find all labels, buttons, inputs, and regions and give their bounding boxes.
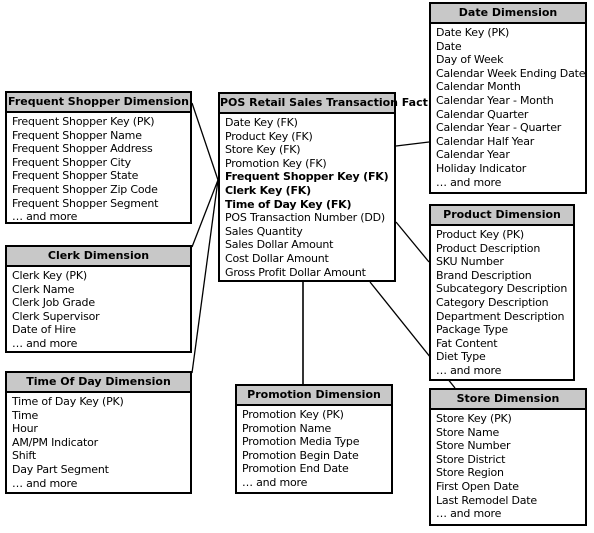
attribute-row: Clerk Name [12, 282, 75, 296]
attribute-row: Store Key (FK) [225, 143, 301, 157]
dimension-promotion: Promotion Dimension Promotion Key (PK) Pro… [235, 384, 393, 494]
table-title: Promotion Dimension [237, 386, 391, 406]
attribute-list: Date Key (PK) Date Day of Week Calendar Wee… [431, 24, 585, 189]
attribute-row: Promotion Media Type [242, 435, 360, 449]
attribute-list: Frequent Shopper Key (PK) Frequent Shoppe… [7, 113, 190, 224]
attribute-row: Calendar Week Ending Date [436, 66, 586, 80]
attribute-row: Time of Day Key (FK) [225, 197, 352, 211]
attribute-row: Clerk Supervisor [12, 309, 100, 323]
attribute-row: Store District [436, 452, 506, 466]
attribute-row: … and more [12, 336, 78, 350]
attribute-row: AM/PM Indicator [12, 435, 98, 449]
attribute-row: Last Remodel Date [436, 493, 537, 507]
attribute-row: Gross Profit Dollar Amount [225, 265, 366, 279]
attribute-row: Calendar Year - Month [436, 93, 554, 107]
attribute-row: … and more [12, 210, 78, 224]
attribute-row: Time of Day Key (PK) [12, 395, 124, 408]
attribute-row: Product Key (FK) [225, 129, 313, 143]
attribute-row: Frequent Shopper Key (PK) [12, 115, 155, 128]
table-title: Store Dimension [431, 390, 585, 410]
attribute-list: Clerk Key (PK) Clerk Name Clerk Job Grade C… [7, 267, 190, 351]
attribute-row: Promotion Name [242, 421, 332, 435]
attribute-row: Frequent Shopper Address [12, 142, 153, 156]
attribute-row: Store Name [436, 425, 500, 439]
attribute-list: Product Key (PK) Product Description SKU N… [431, 226, 573, 378]
attribute-row: Department Description [436, 309, 565, 323]
attribute-row: Calendar Month [436, 80, 521, 94]
attribute-row: Time [12, 408, 39, 422]
attribute-row: Product Key (PK) [436, 228, 524, 241]
attribute-row: POS Transaction Number (DD) [225, 211, 386, 225]
attribute-row: Date Key (PK) [436, 26, 510, 39]
table-title: Date Dimension [431, 4, 585, 24]
attribute-list: Date Key (FK) Product Key (FK) Store Key (… [220, 114, 394, 279]
attribute-row: Store Number [436, 439, 511, 453]
dimension-date: Date Dimension Date Key (PK) Date Day of We… [429, 2, 587, 194]
attribute-row: Shift [12, 449, 37, 463]
attribute-list: Store Key (PK) Store Name Store Number Stor… [431, 410, 585, 521]
attribute-row: Promotion Key (PK) [242, 408, 344, 421]
attribute-row: … and more [436, 363, 502, 377]
attribute-row: Date Key (FK) [225, 116, 298, 129]
table-title: Time Of Day Dimension [7, 373, 190, 393]
attribute-list: Time of Day Key (PK) Time Hour AM/PM Indica… [7, 393, 190, 490]
attribute-row: Frequent Shopper Zip Code [12, 182, 158, 196]
attribute-row: Package Type [436, 323, 508, 337]
attribute-row: Fat Content [436, 336, 498, 350]
table-title: Frequent Shopper Dimension [7, 93, 190, 113]
attribute-row: … and more [12, 476, 78, 490]
attribute-row: … and more [242, 475, 308, 489]
attribute-row: Category Description [436, 295, 549, 309]
attribute-row: Calendar Year [436, 148, 510, 162]
attribute-row: Sales Quantity [225, 224, 303, 238]
attribute-row: Day Part Segment [12, 462, 109, 476]
link-product [395, 221, 430, 263]
attribute-row: Store Region [436, 466, 504, 480]
attribute-row: Clerk Key (FK) [225, 183, 311, 197]
attribute-row: Hour [12, 422, 38, 436]
attribute-row: Promotion End Date [242, 462, 349, 476]
attribute-row: Calendar Year - Quarter [436, 121, 562, 135]
attribute-row: … and more [436, 507, 502, 521]
attribute-row: Product Description [436, 241, 541, 255]
attribute-row: Frequent Shopper Key (FK) [225, 170, 389, 184]
attribute-row: Day of Week [436, 53, 504, 67]
attribute-row: Promotion Begin Date [242, 448, 359, 462]
dimension-clerk: Clerk Dimension Clerk Key (PK) Clerk Name C… [5, 245, 192, 353]
dimension-frequent-shopper: Frequent Shopper Dimension Frequent Shopp… [5, 91, 192, 224]
attribute-row: Sales Dollar Amount [225, 238, 334, 252]
dimension-time-of-day: Time Of Day Dimension Time of Day Key (PK… [5, 371, 192, 494]
attribute-row: Frequent Shopper Segment [12, 196, 159, 210]
attribute-row: Date [436, 39, 462, 53]
table-title: Product Dimension [431, 206, 573, 226]
attribute-row: Cost Dollar Amount [225, 251, 329, 265]
attribute-row: Frequent Shopper State [12, 169, 139, 183]
table-title: POS Retail Sales Transaction Fact [220, 94, 428, 114]
attribute-row: Subcategory Description [436, 282, 568, 296]
attribute-row: Holiday Indicator [436, 161, 527, 175]
attribute-row: First Open Date [436, 479, 519, 493]
dimension-store: Store Dimension Store Key (PK) Store Name S… [429, 388, 587, 526]
attribute-row: … and more [436, 175, 502, 189]
attribute-row: Calendar Half Year [436, 134, 535, 148]
attribute-row: Date of Hire [12, 323, 76, 337]
attribute-row: Diet Type [436, 350, 486, 364]
link-time-of-day [191, 179, 219, 374]
attribute-row: Clerk Job Grade [12, 296, 95, 310]
dimension-product: Product Dimension Product Key (PK) Product… [429, 204, 575, 381]
attribute-row: Frequent Shopper City [12, 155, 131, 169]
link-frequent-shopper [191, 102, 219, 181]
attribute-row: Clerk Key (PK) [12, 269, 87, 282]
attribute-list: Promotion Key (PK) Promotion Name Promotio… [237, 406, 391, 490]
attribute-row: Brand Description [436, 268, 532, 282]
attribute-row: Frequent Shopper Name [12, 128, 142, 142]
fact-table-pos-retail-sales: POS Retail Sales Transaction Fact Date K… [218, 92, 428, 282]
attribute-row: Promotion Key (FK) [225, 156, 327, 170]
attribute-row: Calendar Quarter [436, 107, 529, 121]
attribute-row: Store Key (PK) [436, 412, 512, 425]
star-schema-diagram: POS Retail Sales Transaction Fact Date K… [0, 0, 594, 533]
attribute-row: SKU Number [436, 255, 504, 269]
table-title: Clerk Dimension [7, 247, 190, 267]
link-date [395, 141, 430, 147]
